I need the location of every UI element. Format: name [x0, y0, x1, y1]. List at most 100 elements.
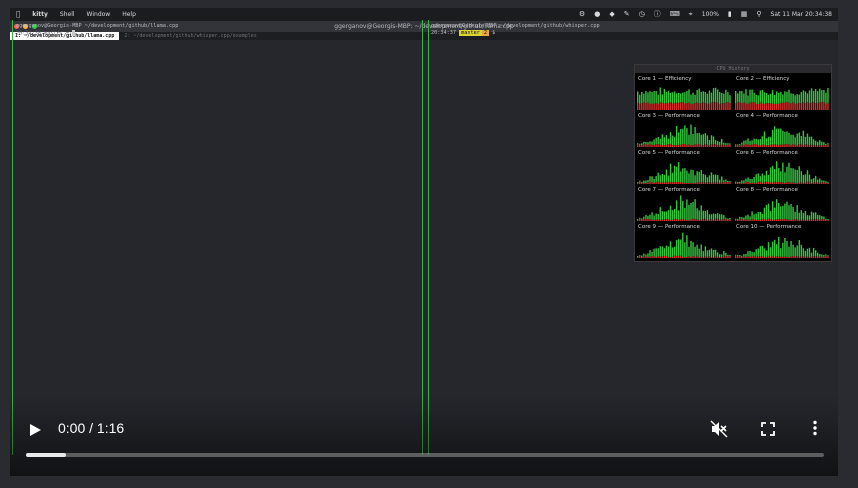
cpu-system-bar: [680, 255, 682, 258]
cpu-system-bar: [663, 182, 666, 184]
fullscreen-icon[interactable]: [761, 421, 775, 440]
cpu-user-bar: [694, 127, 696, 145]
cpu-user-bar: [661, 134, 663, 146]
cpu-user-bar: [749, 216, 751, 221]
cpu-system-bar: [643, 218, 645, 221]
cpu-user-bar: [723, 215, 725, 219]
cpu-user-bar: [647, 142, 649, 145]
video-progress-bar[interactable]: [26, 453, 824, 457]
cpu-user-bar: [765, 170, 768, 182]
cpu-user-bar: [808, 174, 811, 182]
status-icon[interactable]: ●: [594, 11, 600, 18]
cpu-system-bar: [819, 256, 821, 258]
cpu-system-bar: [784, 144, 786, 147]
keyboard-icon[interactable]: ⌨: [670, 11, 680, 18]
cpu-system-bar: [821, 182, 823, 184]
cpu-user-bar: [692, 92, 694, 104]
muted-icon[interactable]: [710, 420, 728, 442]
cpu-system-bar: [678, 182, 680, 184]
menu-item-help[interactable]: Help: [122, 11, 136, 18]
left-pane[interactable]: ggerganov@Georgis-MBP ~/development/gith…: [13, 20, 425, 455]
cpu-user-bar: [790, 203, 792, 220]
cpu-system-bar: [651, 103, 653, 110]
cpu-user-bar: [735, 144, 737, 146]
cpu-system-bar: [667, 257, 670, 258]
cpu-user-bar: [678, 162, 680, 183]
search-icon[interactable]: ⚲: [756, 11, 761, 18]
cpu-system-bar: [647, 219, 649, 221]
cpu-system-bar: [745, 103, 747, 110]
edit-icon[interactable]: ✎: [624, 11, 630, 18]
cpu-system-bar: [678, 255, 680, 258]
cpu-system-bar: [788, 144, 790, 147]
cpu-user-bar: [698, 210, 700, 220]
cpu-user-bar: [796, 245, 798, 256]
info-icon[interactable]: ⓘ: [654, 11, 661, 18]
cpu-user-bar: [700, 170, 702, 183]
cpu-user-bar: [817, 252, 819, 257]
shell-symbol: $: [492, 30, 496, 36]
cpu-user-bar: [663, 88, 666, 104]
menu-clock[interactable]: Sat 11 Mar 20:34:38: [771, 11, 832, 18]
cpu-user-bar: [821, 216, 823, 220]
cpu-system-bar: [688, 144, 690, 147]
wifi-icon[interactable]: ⌖: [689, 11, 693, 18]
cpu-system-bar: [794, 182, 796, 184]
cpu-system-bar: [788, 182, 790, 184]
cpu-system-bar: [708, 145, 711, 147]
cpu-user-bar: [753, 92, 755, 103]
cpu-system-bar: [825, 220, 827, 221]
cpu-user-bar: [653, 139, 655, 146]
cpu-system-bar: [771, 183, 774, 184]
cpu-system-bar: [741, 103, 743, 110]
cpu-user-bar: [675, 166, 678, 183]
cpu-user-bar: [682, 201, 684, 220]
cpu-user-bar: [661, 211, 663, 220]
cpu-system-bar: [665, 144, 668, 147]
cpu-user-bar: [714, 87, 717, 103]
clock-icon[interactable]: ◷: [639, 11, 645, 18]
cpu-user-bar: [800, 136, 802, 144]
cpu-user-bar: [641, 218, 643, 220]
more-vert-icon[interactable]: [812, 420, 818, 440]
cpu-user-bar: [825, 218, 827, 221]
cpu-system-bar: [825, 182, 827, 184]
cpu-user-bar: [639, 255, 641, 257]
cpu-system-bar: [637, 257, 639, 258]
menu-item-shell[interactable]: Shell: [60, 11, 75, 18]
cpu-user-bar: [686, 170, 688, 183]
cpu-system-bar: [749, 102, 751, 110]
cpu-user-bar: [706, 210, 709, 221]
control-center-icon[interactable]: ▦: [741, 11, 748, 18]
cpu-system-bar: [788, 102, 790, 110]
cpu-user-bar: [753, 138, 755, 144]
menu-item-window[interactable]: Window: [87, 11, 111, 18]
cpu-system-bar: [780, 103, 782, 110]
gear-icon[interactable]: ⚙: [579, 11, 585, 18]
menu-item-kitty[interactable]: kitty: [32, 11, 48, 18]
cpu-user-bar: [673, 208, 676, 220]
dropbox-icon[interactable]: ◆: [609, 11, 614, 18]
cpu-user-bar: [725, 217, 727, 219]
pane-divider-left[interactable]: [422, 20, 423, 455]
video-progress-fill: [26, 453, 66, 457]
cpu-user-bar: [696, 89, 698, 103]
cpu-system-bar: [714, 255, 717, 258]
cpu-system-bar: [812, 219, 815, 221]
cpu-system-bar: [767, 103, 770, 110]
cpu-user-bar: [739, 255, 741, 257]
cpu-user-bar: [688, 173, 690, 183]
cpu-user-bar: [759, 246, 761, 257]
cpu-user-bar: [825, 144, 827, 146]
cpu-history-window[interactable]: CPU History Core 1 — Efficiency Core 2 — …: [634, 64, 832, 262]
cpu-user-bar: [741, 142, 743, 145]
cpu-user-bar: [765, 138, 768, 146]
cpu-system-bar: [792, 144, 794, 147]
cpu-user-bar: [806, 170, 809, 182]
cpu-user-bar: [704, 246, 707, 257]
battery-icon[interactable]: ▮: [728, 11, 732, 18]
cpu-user-bar: [690, 169, 692, 183]
play-icon[interactable]: [28, 422, 42, 441]
cpu-system-bar: [751, 102, 753, 110]
apple-icon[interactable]: : [16, 11, 20, 18]
